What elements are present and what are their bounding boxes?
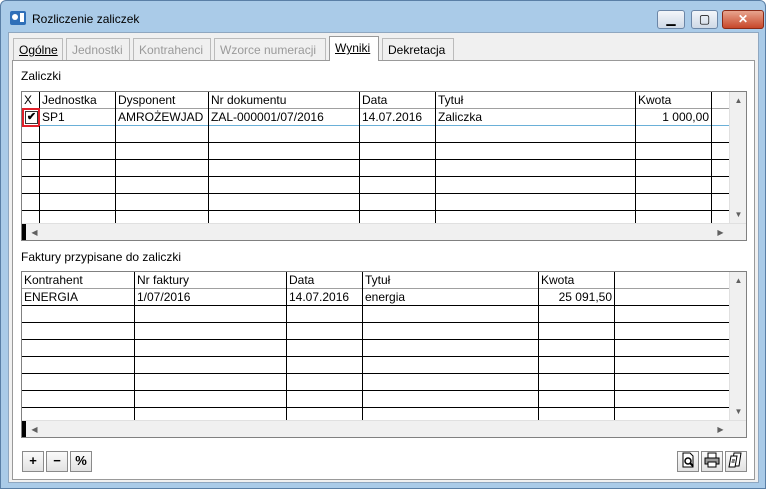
- print-preview-icon: [682, 452, 694, 468]
- cell-tytul[interactable]: energia: [363, 289, 539, 306]
- tab-panel-wyniki: Zaliczki X Jednostka Dysponent Nr dokume…: [12, 60, 755, 480]
- table-row: [22, 323, 729, 340]
- remove-button[interactable]: −: [46, 451, 68, 472]
- cell-kwota[interactable]: 1 000,00: [636, 109, 712, 126]
- tab-label: Wyniki: [335, 41, 371, 55]
- table-row[interactable]: ENERGIA 1/07/2016 14.07.2016 energia 25 …: [22, 289, 729, 306]
- column-header[interactable]: Tytuł: [436, 92, 636, 109]
- tab-dekretacja[interactable]: Dekretacja: [382, 38, 454, 60]
- horizontal-scrollbar[interactable]: ◀ ▶: [22, 223, 746, 240]
- column-header[interactable]: Kwota: [636, 92, 712, 109]
- vertical-scrollbar[interactable]: ▲ ▼: [729, 92, 746, 223]
- percent-button[interactable]: %: [70, 451, 92, 472]
- column-header[interactable]: Kontrahent: [22, 272, 135, 289]
- horizontal-scrollbar[interactable]: ◀ ▶: [22, 420, 746, 437]
- minimize-button[interactable]: ▁: [657, 10, 685, 29]
- table-row: [22, 177, 729, 194]
- invoices-header: Kontrahent Nr faktury Data Tytuł Kwota: [22, 272, 729, 289]
- column-header[interactable]: Jednostka: [40, 92, 116, 109]
- advances-grid[interactable]: X Jednostka Dysponent Nr dokumentu Data …: [21, 91, 747, 241]
- scroll-left-arrow-icon[interactable]: ◀: [26, 224, 43, 240]
- close-button[interactable]: ✕: [722, 10, 764, 29]
- table-row: [22, 194, 729, 211]
- cell-dysponent[interactable]: AMROŻEWJAD: [116, 109, 209, 126]
- column-header[interactable]: Dysponent: [116, 92, 209, 109]
- column-header[interactable]: X: [22, 92, 40, 109]
- export-button[interactable]: [725, 451, 747, 472]
- window: Rozliczenie zaliczek ▁ ▢ ✕ Ogólne Jednos…: [0, 0, 766, 489]
- cell-nr-dokumentu[interactable]: ZAL-000001/07/2016: [209, 109, 360, 126]
- window-title: Rozliczenie zaliczek: [32, 12, 140, 26]
- vertical-scrollbar[interactable]: ▲ ▼: [729, 272, 746, 420]
- cell-jednostka[interactable]: SP1: [40, 109, 116, 126]
- column-header[interactable]: Nr dokumentu: [209, 92, 360, 109]
- column-header[interactable]: Tytuł: [363, 272, 539, 289]
- tab-label: Jednostki: [72, 43, 123, 57]
- scroll-up-arrow-icon[interactable]: ▲: [730, 272, 746, 289]
- tab-jednostki[interactable]: Jednostki: [66, 38, 130, 60]
- tab-wzorce-numeracji[interactable]: Wzorce numeracji: [214, 38, 326, 60]
- table-row: [22, 340, 729, 357]
- table-row: [22, 126, 729, 143]
- table-row: [22, 374, 729, 391]
- cell-tytul[interactable]: Zaliczka: [436, 109, 636, 126]
- cell-data[interactable]: 14.07.2016: [360, 109, 436, 126]
- app-icon: [10, 11, 26, 25]
- cell-data[interactable]: 14.07.2016: [287, 289, 363, 306]
- cell-kwota[interactable]: 25 091,50: [539, 289, 615, 306]
- preview-button[interactable]: [677, 451, 699, 472]
- scroll-left-arrow-icon[interactable]: ◀: [26, 421, 43, 437]
- tab-label: Ogólne: [19, 43, 58, 57]
- table-row: [22, 357, 729, 374]
- add-button[interactable]: +: [22, 451, 44, 472]
- table-row: [22, 391, 729, 408]
- invoices-grid[interactable]: Kontrahent Nr faktury Data Tytuł Kwota E…: [21, 271, 747, 438]
- column-header[interactable]: Data: [287, 272, 363, 289]
- advances-header: X Jednostka Dysponent Nr dokumentu Data …: [22, 92, 729, 109]
- tab-label: Wzorce numeracji: [220, 43, 317, 57]
- cell-nr-faktury[interactable]: 1/07/2016: [135, 289, 287, 306]
- column-header[interactable]: Data: [360, 92, 436, 109]
- client-area: Ogólne Jednostki Kontrahenci Wzorce nume…: [8, 32, 759, 483]
- column-header[interactable]: Nr faktury: [135, 272, 287, 289]
- tab-ogolne[interactable]: Ogólne: [13, 38, 63, 60]
- scroll-down-arrow-icon[interactable]: ▼: [730, 206, 746, 223]
- tab-label: Dekretacja: [388, 43, 446, 57]
- scroll-down-arrow-icon[interactable]: ▼: [730, 403, 746, 420]
- printer-icon: [704, 452, 720, 468]
- tab-kontrahenci[interactable]: Kontrahenci: [133, 38, 211, 60]
- documents-icon: [728, 452, 742, 468]
- advances-label: Zaliczki: [21, 69, 62, 83]
- print-button[interactable]: [701, 451, 723, 472]
- tab-wyniki[interactable]: Wyniki: [329, 36, 379, 61]
- table-row: [22, 160, 729, 177]
- tab-label: Kontrahenci: [139, 43, 204, 57]
- cell-kontrahent[interactable]: ENERGIA: [22, 289, 135, 306]
- column-header[interactable]: Kwota: [539, 272, 615, 289]
- selection-highlight: [22, 108, 40, 127]
- scroll-right-arrow-icon[interactable]: ▶: [712, 224, 729, 240]
- scroll-right-arrow-icon[interactable]: ▶: [712, 421, 729, 437]
- table-row: [22, 143, 729, 160]
- table-row[interactable]: SP1 AMROŻEWJAD ZAL-000001/07/2016 14.07.…: [22, 109, 729, 126]
- scroll-up-arrow-icon[interactable]: ▲: [730, 92, 746, 109]
- table-row: [22, 306, 729, 323]
- maximize-button[interactable]: ▢: [691, 10, 718, 29]
- invoices-label: Faktury przypisane do zaliczki: [21, 250, 182, 264]
- title-bar[interactable]: Rozliczenie zaliczek ▁ ▢ ✕: [1, 1, 765, 35]
